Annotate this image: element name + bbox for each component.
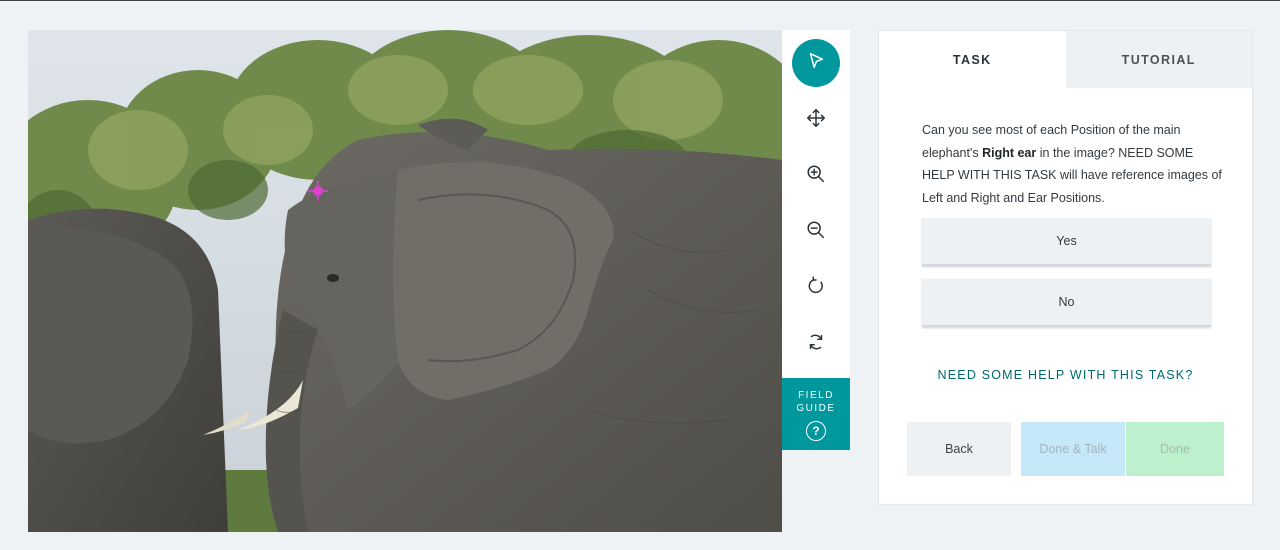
- task-panel: TASK TUTORIAL Can you see most of each P…: [878, 30, 1253, 505]
- task-question: Can you see most of each Position of the…: [922, 119, 1222, 209]
- answer-yes-button[interactable]: Yes: [922, 218, 1211, 266]
- need-help-link[interactable]: NEED SOME HELP WITH THIS TASK?: [879, 368, 1252, 382]
- panel-tabs: TASK TUTORIAL: [879, 31, 1252, 88]
- zoom-out-button[interactable]: [792, 208, 840, 256]
- tab-task[interactable]: TASK: [879, 31, 1066, 88]
- reset-button[interactable]: [792, 320, 840, 368]
- image-toolbar: FIELD GUIDE ?: [782, 30, 850, 450]
- question-emphasis: Right ear: [982, 145, 1037, 160]
- help-icon: ?: [806, 421, 826, 441]
- back-button[interactable]: Back: [907, 422, 1011, 476]
- reset-icon: [805, 331, 827, 358]
- move-icon: [805, 107, 827, 134]
- pointer-tool-button[interactable]: [792, 39, 840, 87]
- move-tool-button[interactable]: [792, 96, 840, 144]
- tab-tutorial[interactable]: TUTORIAL: [1065, 31, 1252, 88]
- zoom-in-icon: [805, 163, 827, 190]
- zoom-out-icon: [805, 219, 827, 246]
- answer-no-button[interactable]: No: [922, 279, 1211, 327]
- subject-image[interactable]: [28, 30, 782, 532]
- rotate-icon: [805, 275, 827, 302]
- zoom-in-button[interactable]: [792, 152, 840, 200]
- field-guide-button[interactable]: FIELD GUIDE ?: [782, 378, 850, 450]
- done-button[interactable]: Done: [1126, 422, 1224, 476]
- subject-photo[interactable]: [28, 30, 782, 532]
- pointer-icon: [805, 50, 827, 77]
- done-and-talk-button[interactable]: Done & Talk: [1021, 422, 1125, 476]
- field-guide-label: FIELD GUIDE: [796, 390, 836, 414]
- rotate-button[interactable]: [792, 264, 840, 312]
